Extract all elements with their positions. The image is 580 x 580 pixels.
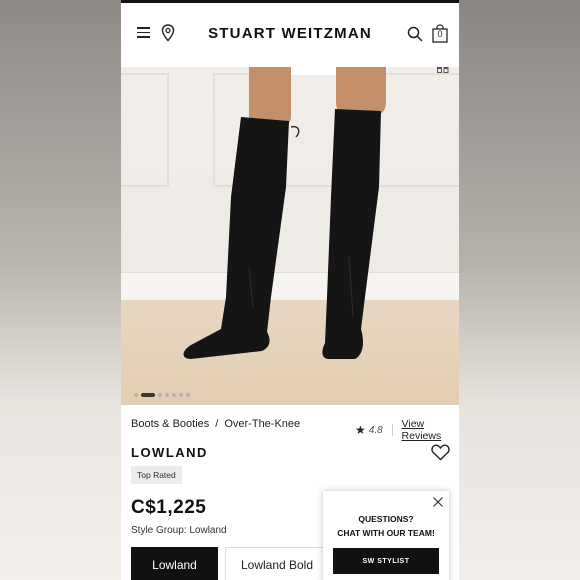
star-icon: ★ <box>355 423 366 437</box>
bag-count: 0 <box>437 29 443 39</box>
breadcrumb-item[interactable]: Boots & Booties <box>131 418 209 430</box>
carousel-dot-active[interactable] <box>141 393 155 397</box>
top-rated-badge: Top Rated <box>131 466 182 484</box>
rating-summary: ★ 4.8 View Reviews <box>355 418 459 442</box>
sw-stylist-button[interactable]: SW STYLIST <box>333 548 439 574</box>
style-option-lowland[interactable]: Lowland <box>131 547 218 580</box>
rating-value: 4.8 <box>368 424 383 436</box>
carousel-indicators[interactable] <box>134 392 190 398</box>
carousel-dot[interactable] <box>179 393 183 397</box>
product-info: Boots & Booties / Over-The-Knee ★ 4.8 View… <box>121 405 459 580</box>
breadcrumb-separator: / <box>215 418 219 430</box>
close-icon[interactable] <box>433 497 443 507</box>
grid-view-icon[interactable] <box>437 67 449 73</box>
site-header: STUART WEITZMAN 0 <box>121 3 459 67</box>
carousel-dot[interactable] <box>186 393 190 397</box>
heart-icon[interactable] <box>431 444 450 461</box>
mobile-page: STUART WEITZMAN 0 Boots & Booties / Over… <box>121 0 459 580</box>
view-reviews-link[interactable]: View Reviews <box>402 418 459 442</box>
breadcrumb: Boots & Booties / Over-The-Knee <box>131 418 300 430</box>
carousel-dot[interactable] <box>172 393 176 397</box>
search-icon[interactable] <box>407 26 423 42</box>
product-name: LOWLAND <box>131 445 208 460</box>
divider <box>391 424 393 436</box>
product-image[interactable] <box>121 67 459 405</box>
chat-subheading: CHAT WITH OUR TEAM! <box>337 528 435 538</box>
breadcrumb-item[interactable]: Over-The-Knee <box>224 418 300 430</box>
shopping-bag-icon[interactable]: 0 <box>432 24 448 43</box>
carousel-dot[interactable] <box>158 393 162 397</box>
chat-popup: QUESTIONS? CHAT WITH OUR TEAM! SW STYLIS… <box>323 491 449 580</box>
chat-heading: QUESTIONS? <box>358 514 414 524</box>
boots-illustration <box>183 109 381 359</box>
style-option-lowland-bold[interactable]: Lowland Bold <box>225 547 329 580</box>
blurred-background-right <box>459 0 580 580</box>
carousel-dot[interactable] <box>165 393 169 397</box>
product-price: C$1,225 <box>131 497 207 518</box>
blurred-background-left <box>0 0 121 580</box>
carousel-dot[interactable] <box>134 393 138 397</box>
style-group-label: Style Group: Lowland <box>131 525 227 536</box>
